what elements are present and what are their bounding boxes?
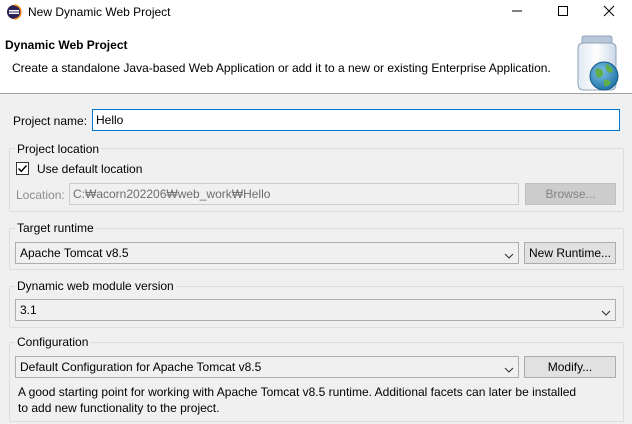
browse-button[interactable]: Browse... xyxy=(525,183,616,205)
maximize-icon xyxy=(557,5,569,20)
eclipse-app-icon xyxy=(6,4,22,20)
project-name-input[interactable]: Hello xyxy=(92,109,620,131)
module-version-select[interactable]: 3.1 xyxy=(15,299,616,321)
configuration-group-label: Configuration xyxy=(15,335,91,349)
checkmark-icon xyxy=(18,165,28,173)
location-label: Location: xyxy=(16,188,65,202)
configuration-select[interactable]: Default Configuration for Apache Tomcat … xyxy=(15,356,519,378)
module-version-value: 3.1 xyxy=(20,303,37,317)
window-title: New Dynamic Web Project xyxy=(28,5,171,19)
configuration-description-line2: to add new functionality to the project. xyxy=(18,401,220,415)
wizard-description: Create a standalone Java-based Web Appli… xyxy=(12,61,551,75)
project-location-group-label: Project location xyxy=(15,142,102,156)
dialog-window: New Dynamic Web Project Dynamic Web Proj… xyxy=(0,0,632,424)
wizard-title: Dynamic Web Project xyxy=(5,38,128,52)
jar-globe-icon xyxy=(568,34,628,94)
minimize-icon xyxy=(511,5,523,20)
wizard-banner: Dynamic Web Project Create a standalone … xyxy=(0,24,632,94)
modify-button[interactable]: Modify... xyxy=(524,356,616,378)
configuration-description-line1: A good starting point for working with A… xyxy=(18,385,577,399)
minimize-button[interactable] xyxy=(494,0,540,24)
module-version-group-label: Dynamic web module version xyxy=(15,279,176,293)
use-default-location-label: Use default location xyxy=(37,162,143,176)
chevron-down-icon xyxy=(504,249,514,259)
close-icon xyxy=(603,5,615,20)
location-input[interactable]: C:₩acorn202206₩web_work₩Hello xyxy=(69,183,519,205)
use-default-location-checkbox[interactable] xyxy=(16,162,29,175)
maximize-button[interactable] xyxy=(540,0,586,24)
new-runtime-button[interactable]: New Runtime... xyxy=(524,242,616,264)
target-runtime-value: Apache Tomcat v8.5 xyxy=(20,246,129,260)
target-runtime-select[interactable]: Apache Tomcat v8.5 xyxy=(15,242,519,264)
close-button[interactable] xyxy=(586,0,632,24)
configuration-value: Default Configuration for Apache Tomcat … xyxy=(20,360,262,374)
title-bar[interactable]: New Dynamic Web Project xyxy=(0,0,632,24)
chevron-down-icon xyxy=(504,363,514,373)
project-name-label: Project name: xyxy=(13,114,88,128)
target-runtime-group-label: Target runtime xyxy=(15,221,96,235)
chevron-down-icon xyxy=(601,306,611,316)
